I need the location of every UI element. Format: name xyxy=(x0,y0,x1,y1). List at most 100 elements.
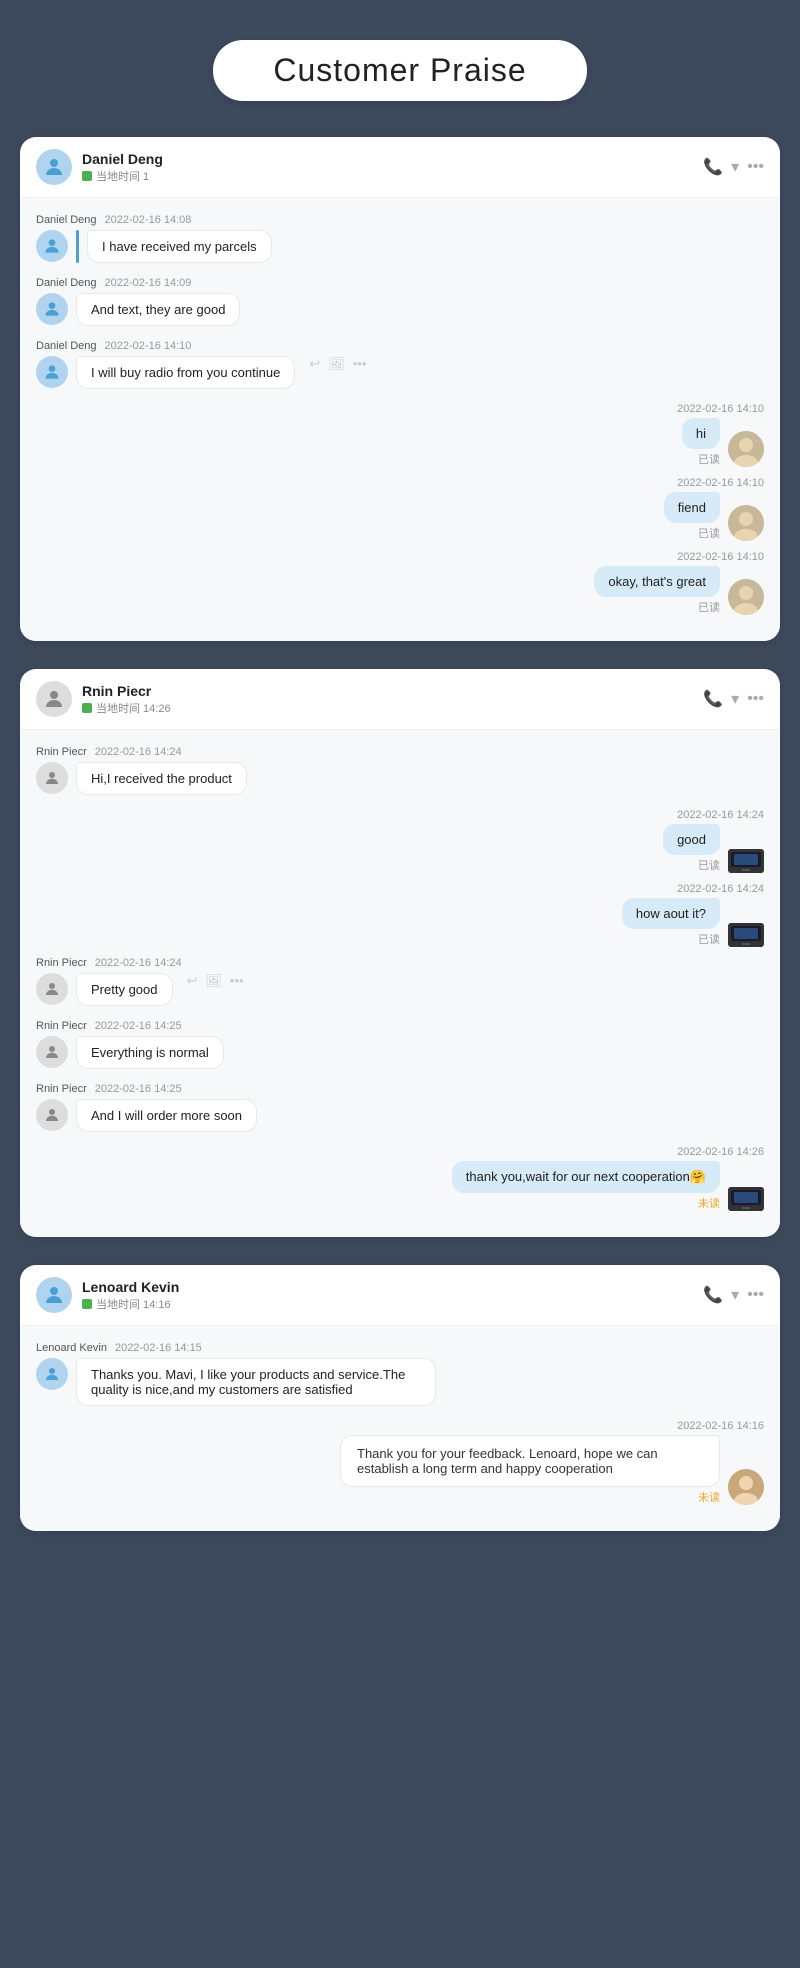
msg-sender-info-d1: Daniel Deng 2022-02-16 14:08 xyxy=(36,214,764,226)
page-title: Customer Praise xyxy=(273,52,526,88)
more-icon-1[interactable]: ••• xyxy=(747,158,764,176)
msg-group-lenoard-1: Lenoard Kevin 2022-02-16 14:15 Thanks yo… xyxy=(36,1342,764,1406)
right-row-r3: thank you,wait for our next cooperation🤗… xyxy=(452,1161,764,1211)
msg-avatar-d1 xyxy=(36,230,68,262)
right-bubble-d1: hi xyxy=(682,418,720,449)
msg-time-r1: 2022-02-16 14:24 xyxy=(95,746,182,758)
dropdown-icon-1[interactable]: ▾ xyxy=(731,157,739,177)
right-msg-block-d1: 2022-02-16 14:10 hi 已读 xyxy=(36,403,764,467)
msg-time-l1: 2022-02-16 14:15 xyxy=(115,1342,202,1354)
chat-card-1: Daniel Deng 当地时间 1 📞 ▾ ••• Daniel Deng 2… xyxy=(20,137,780,641)
dropdown-icon-3[interactable]: ▾ xyxy=(731,1285,739,1305)
msg-time-d1: 2022-02-16 14:08 xyxy=(105,214,192,226)
right-avatar-r1 xyxy=(728,849,764,873)
phone-icon-2[interactable]: 📞 xyxy=(703,689,723,709)
msg-action-reply-r[interactable]: ↩ xyxy=(187,973,198,989)
chat-body-3: Lenoard Kevin 2022-02-16 14:15 Thanks yo… xyxy=(20,1326,780,1531)
right-time-r3: 2022-02-16 14:26 xyxy=(677,1146,764,1158)
msg-action-image-r[interactable]: 🖼 xyxy=(205,973,222,989)
more-icon-3[interactable]: ••• xyxy=(747,1286,764,1304)
chat-body-2: Rnin Piecr 2022-02-16 14:24 Hi,I receive… xyxy=(20,730,780,1237)
chat-header-info-1: Daniel Deng 当地时间 1 xyxy=(82,151,703,184)
msg-sender-d2: Daniel Deng xyxy=(36,277,97,289)
msg-row-d2: And text, they are good xyxy=(36,293,764,326)
chat-status-label-3: 当地时间 14:16 xyxy=(96,1296,171,1312)
chat-header-icons-2[interactable]: 📞 ▾ ••• xyxy=(703,689,764,709)
read-status-r1: 已读 xyxy=(698,857,720,873)
right-time-d2: 2022-02-16 14:10 xyxy=(677,477,764,489)
msg-sender-info-r1: Rnin Piecr 2022-02-16 14:24 xyxy=(36,746,764,758)
unread-status-l1: 未读 xyxy=(698,1489,720,1505)
msg-time-r3: 2022-02-16 14:25 xyxy=(95,1020,182,1032)
chat-status-2: 当地时间 14:26 xyxy=(82,700,703,716)
right-msg-block-d2: 2022-02-16 14:10 fiend 已读 xyxy=(36,477,764,541)
msg-avatar-d3 xyxy=(36,356,68,388)
unread-status-r3: 未读 xyxy=(698,1195,720,1211)
msg-time-r2b: 2022-02-16 14:24 xyxy=(95,957,182,969)
right-avatar-d2 xyxy=(728,505,764,541)
right-time-d3: 2022-02-16 14:10 xyxy=(677,551,764,563)
msg-group-rnin-4: Rnin Piecr 2022-02-16 14:25 And I will o… xyxy=(36,1083,764,1132)
chat-status-label-2: 当地时间 14:26 xyxy=(96,700,171,716)
right-row-d3: okay, that's great 已读 xyxy=(594,566,764,615)
read-status-d2: 已读 xyxy=(698,525,720,541)
chat-header-icons-3[interactable]: 📞 ▾ ••• xyxy=(703,1285,764,1305)
right-avatar-r3 xyxy=(728,1187,764,1211)
msg-group-rnin-1: Rnin Piecr 2022-02-16 14:24 Hi,I receive… xyxy=(36,746,764,795)
msg-action-reply[interactable]: ↩ xyxy=(309,356,320,372)
right-row-d2: fiend 已读 xyxy=(664,492,764,541)
right-msg-block-r3: 2022-02-16 14:26 thank you,wait for our … xyxy=(36,1146,764,1211)
right-avatar-r2 xyxy=(728,923,764,947)
right-avatar-d3 xyxy=(728,579,764,615)
msg-bubble-l1: Thanks you. Mavi, I like your products a… xyxy=(76,1358,436,1406)
chat-username-3: Lenoard Kevin xyxy=(82,1279,703,1295)
msg-action-more[interactable]: ••• xyxy=(353,356,367,371)
msg-sender-r3: Rnin Piecr xyxy=(36,1020,87,1032)
right-row-r2: how aout it? 已读 xyxy=(622,898,764,947)
more-icon-2[interactable]: ••• xyxy=(747,690,764,708)
right-msg-block-r2: 2022-02-16 14:24 how aout it? 已读 xyxy=(36,883,764,947)
chat-card-3: Lenoard Kevin 当地时间 14:16 📞 ▾ ••• Lenoard… xyxy=(20,1265,780,1531)
msg-sender-d3: Daniel Deng xyxy=(36,340,97,352)
avatar-lenoard xyxy=(36,1277,72,1313)
chat-status-label-1: 当地时间 1 xyxy=(96,168,149,184)
msg-bubble-d3: I will buy radio from you continue xyxy=(76,356,295,389)
msg-row-d1: I have received my parcels xyxy=(36,230,764,263)
msg-bubble-r3: Everything is normal xyxy=(76,1036,224,1069)
right-bubble-r1: good xyxy=(663,824,720,855)
msg-action-more-r[interactable]: ••• xyxy=(230,973,244,988)
read-status-r2: 已读 xyxy=(698,931,720,947)
msg-sender-r2: Rnin Piecr xyxy=(36,957,87,969)
phone-icon-1[interactable]: 📞 xyxy=(703,157,723,177)
msg-row-l1: Thanks you. Mavi, I like your products a… xyxy=(36,1358,764,1406)
right-avatar-l1 xyxy=(728,1469,764,1505)
chat-header-2: Rnin Piecr 当地时间 14:26 📞 ▾ ••• xyxy=(20,669,780,730)
phone-icon-3[interactable]: 📞 xyxy=(703,1285,723,1305)
accent-bar-d1 xyxy=(76,230,79,263)
msg-avatar-d2 xyxy=(36,293,68,325)
right-time-l1: 2022-02-16 14:16 xyxy=(677,1420,764,1432)
msg-bubble-r4: And I will order more soon xyxy=(76,1099,257,1132)
msg-group-daniel-2: Daniel Deng 2022-02-16 14:09 And text, t… xyxy=(36,277,764,326)
dropdown-icon-2[interactable]: ▾ xyxy=(731,689,739,709)
msg-time-d2: 2022-02-16 14:09 xyxy=(105,277,192,289)
msg-group-daniel-1: Daniel Deng 2022-02-16 14:08 I have rece… xyxy=(36,214,764,263)
chat-header-icons-1[interactable]: 📞 ▾ ••• xyxy=(703,157,764,177)
msg-sender-info-r2: Rnin Piecr 2022-02-16 14:24 xyxy=(36,957,764,969)
right-row-l1: Thank you for your feedback. Lenoard, ho… xyxy=(340,1435,764,1505)
msg-sender-info-r3: Rnin Piecr 2022-02-16 14:25 xyxy=(36,1020,764,1032)
right-time-r2: 2022-02-16 14:24 xyxy=(677,883,764,895)
msg-accent-d1: I have received my parcels xyxy=(76,230,272,263)
right-avatar-d1 xyxy=(728,431,764,467)
chat-header-info-3: Lenoard Kevin 当地时间 14:16 xyxy=(82,1279,703,1312)
msg-sender-d1: Daniel Deng xyxy=(36,214,97,226)
chat-header-3: Lenoard Kevin 当地时间 14:16 📞 ▾ ••• xyxy=(20,1265,780,1326)
msg-group-rnin-2: Rnin Piecr 2022-02-16 14:24 Pretty good … xyxy=(36,957,764,1006)
msg-avatar-r4 xyxy=(36,1099,68,1131)
msg-bubble-r1: Hi,I received the product xyxy=(76,762,247,795)
chat-username-2: Rnin Piecr xyxy=(82,683,703,699)
msg-sender-info-l1: Lenoard Kevin 2022-02-16 14:15 xyxy=(36,1342,764,1354)
msg-action-image[interactable]: 🖼 xyxy=(328,356,345,372)
msg-avatar-r3 xyxy=(36,1036,68,1068)
right-bubble-r3: thank you,wait for our next cooperation🤗 xyxy=(452,1161,720,1193)
